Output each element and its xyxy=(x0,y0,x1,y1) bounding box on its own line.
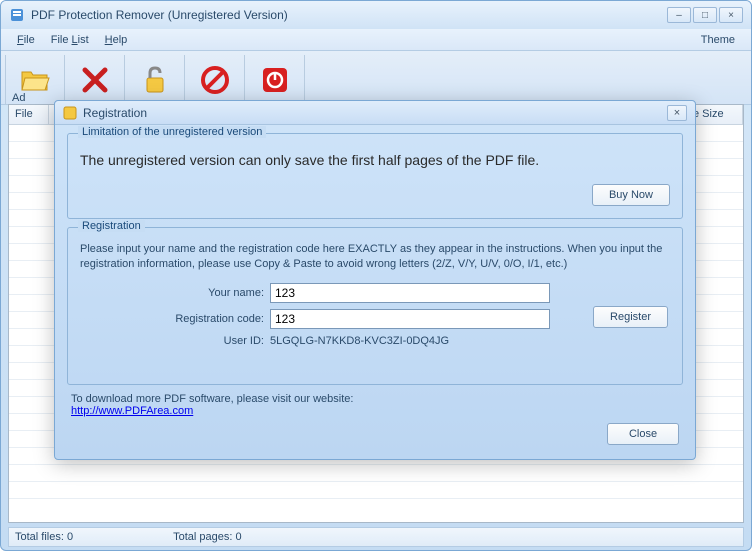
code-row: Registration code: xyxy=(80,309,670,329)
buy-now-button[interactable]: Buy Now xyxy=(592,184,670,206)
code-input[interactable] xyxy=(270,309,550,329)
name-label: Your name: xyxy=(80,287,270,299)
close-button[interactable]: × xyxy=(719,7,743,23)
exit-button[interactable] xyxy=(245,55,305,105)
minimize-button[interactable]: – xyxy=(667,7,691,23)
download-link[interactable]: http://www.PDFArea.com xyxy=(71,405,193,417)
user-id-value: 5LGQLG-N7KKD8-KVC3ZI-0DQ4JG xyxy=(270,335,449,347)
app-icon xyxy=(9,7,25,23)
menu-file-list[interactable]: File List xyxy=(43,32,97,48)
dialog-body: Limitation of the unregistered version T… xyxy=(55,125,695,425)
user-id-row: User ID: 5LGQLG-N7KKD8-KVC3ZI-0DQ4JG xyxy=(80,335,670,347)
unlock-icon xyxy=(139,64,171,96)
table-row xyxy=(9,482,743,499)
table-row xyxy=(9,465,743,482)
menu-file[interactable]: File xyxy=(9,32,43,48)
name-row: Your name: xyxy=(80,283,670,303)
window-title: PDF Protection Remover (Unregistered Ver… xyxy=(31,8,667,22)
toolbar-add-label: Ad xyxy=(12,92,25,104)
statusbar: Total files: 0 Total pages: 0 xyxy=(8,527,744,547)
power-icon xyxy=(259,64,291,96)
column-header-file[interactable]: File xyxy=(9,105,49,124)
dialog-title: Registration xyxy=(83,106,667,120)
menu-help[interactable]: Help xyxy=(97,32,136,48)
prohibit-icon xyxy=(199,64,231,96)
toolbar xyxy=(1,51,751,105)
registration-group-title: Registration xyxy=(78,220,145,232)
close-button[interactable]: Close xyxy=(607,423,679,445)
limitation-text: The unregistered version can only save t… xyxy=(80,148,670,168)
menubar: File File List Help Theme xyxy=(1,29,751,51)
download-text: To download more PDF software, please vi… xyxy=(71,393,683,417)
remove-restriction-button[interactable] xyxy=(185,55,245,105)
status-total-files: Total files: 0 xyxy=(15,531,73,543)
menu-theme[interactable]: Theme xyxy=(693,32,743,48)
window-controls: – □ × xyxy=(667,7,743,23)
titlebar: PDF Protection Remover (Unregistered Ver… xyxy=(1,1,751,29)
register-button[interactable]: Register xyxy=(593,306,668,328)
registration-instructions: Please input your name and the registrat… xyxy=(80,242,670,273)
registration-groupbox: Registration Please input your name and … xyxy=(67,227,683,385)
unlock-button[interactable] xyxy=(125,55,185,105)
delete-x-icon xyxy=(79,64,111,96)
limitation-group-title: Limitation of the unregistered version xyxy=(78,126,266,138)
dialog-close-button[interactable]: × xyxy=(667,105,687,121)
registration-dialog: Registration × Limitation of the unregis… xyxy=(54,100,696,460)
status-total-pages: Total pages: 0 xyxy=(173,531,242,543)
delete-button[interactable] xyxy=(65,55,125,105)
limitation-groupbox: Limitation of the unregistered version T… xyxy=(67,133,683,219)
user-id-label: User ID: xyxy=(80,335,270,347)
dialog-titlebar: Registration × xyxy=(55,101,695,125)
name-input[interactable] xyxy=(270,283,550,303)
dialog-icon xyxy=(63,106,77,120)
maximize-button[interactable]: □ xyxy=(693,7,717,23)
code-label: Registration code: xyxy=(80,313,270,325)
